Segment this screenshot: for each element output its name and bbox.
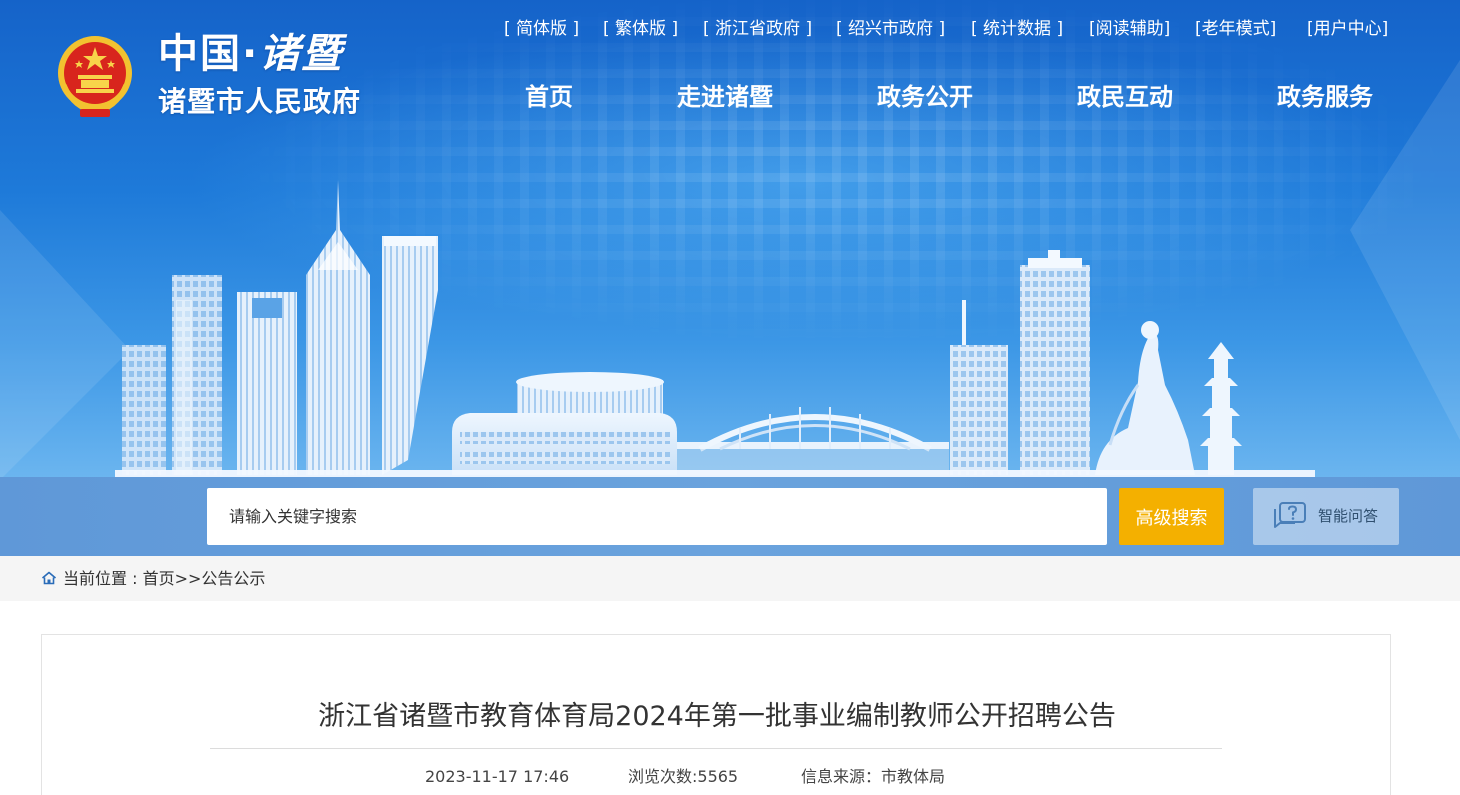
article-publish-date: 2023-11-17 17:46 [425,767,570,786]
link-reading-aid[interactable]: [阅读辅助] [1089,17,1170,41]
chat-question-icon [1274,502,1306,528]
link-traditional[interactable]: [ 繁体版 ] [603,17,678,41]
top-utility-links: [ 简体版 ] [ 繁体版 ] [ 浙江省政府 ] [ 绍兴市政府 ] [ 统计… [500,17,1400,41]
breadcrumb-current-link[interactable]: 公告公示 [201,569,265,588]
city-skyline-illustration [115,180,1315,477]
link-elderly-mode[interactable]: [老年模式] [1195,17,1276,41]
nav-government-affairs[interactable]: 政务公开 [877,82,973,112]
link-shaoxing-gov[interactable]: [ 绍兴市政府 ] [836,17,945,41]
home-icon [41,571,57,585]
logo-text-china: 中国· [158,31,260,77]
smart-qa-label: 智能问答 [1318,507,1379,525]
link-zhejiang-gov[interactable]: [ 浙江省政府 ] [703,17,812,41]
breadcrumb-prefix: 当前位置 : [63,569,143,588]
search-input[interactable] [207,488,1107,545]
link-statistics[interactable]: [ 统计数据 ] [971,17,1063,41]
link-simplified[interactable]: [ 简体版 ] [504,17,579,41]
page: 中国·诸暨 诸暨市人民政府 [ 简体版 ] [ 繁体版 ] [ 浙江省政府 ] … [0,0,1460,795]
breadcrumb-separator: >> [174,569,202,588]
nav-government-services[interactable]: 政务服务 [1277,82,1373,112]
article-title: 浙江省诸暨市教育体育局2024年第一批事业编制教师公开招聘公告 [318,701,1116,732]
main-navigation: 首页 走进诸暨 政务公开 政民互动 政务服务 [0,82,1460,112]
article-view-count: 浏览次数:5565 [628,767,739,786]
breadcrumb-home-link[interactable]: 首页 [143,569,175,588]
search-bar: 高级搜索 智能问答 [0,477,1460,556]
nav-about-zhuji[interactable]: 走进诸暨 [677,82,773,112]
logo-text-zhuji-calligraphy: 诸暨 [259,30,344,77]
article-card: 浙江省诸暨市教育体育局2024年第一批事业编制教师公开招聘公告 2023-11-… [41,634,1391,795]
smart-qa-button[interactable]: 智能问答 [1253,488,1399,545]
advanced-search-button[interactable]: 高级搜索 [1119,488,1224,545]
header-banner: 中国·诸暨 诸暨市人民政府 [ 简体版 ] [ 繁体版 ] [ 浙江省政府 ] … [0,0,1460,477]
breadcrumb-trail: 当前位置 : 首页>>公告公示 [63,568,265,590]
link-user-center[interactable]: [用户中心] [1307,17,1388,41]
site-logo-title[interactable]: 中国·诸暨 [158,30,343,78]
title-divider [210,748,1222,749]
article-source: 信息来源：市教体局 [801,767,946,786]
nav-public-interaction[interactable]: 政民互动 [1077,82,1173,112]
breadcrumb: 当前位置 : 首页>>公告公示 [0,556,1460,601]
nav-home[interactable]: 首页 [525,82,573,112]
